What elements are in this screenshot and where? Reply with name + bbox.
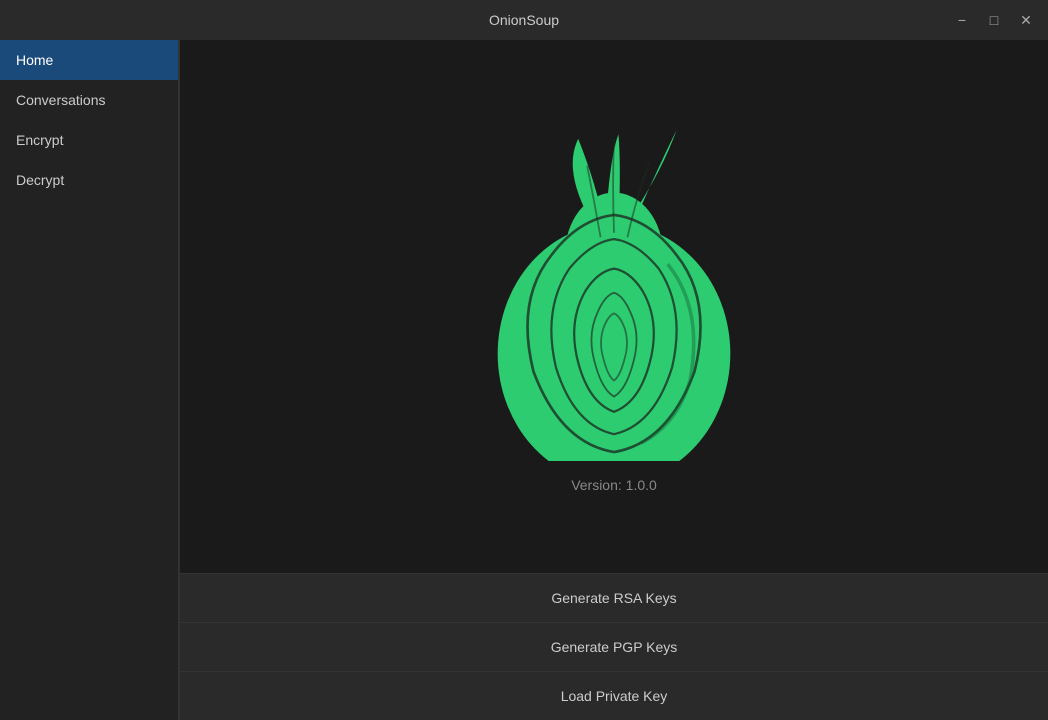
app-title: OnionSoup bbox=[489, 12, 559, 28]
main-layout: Home Conversations Encrypt Decrypt bbox=[0, 40, 1048, 720]
titlebar: OnionSoup − □ ✕ bbox=[0, 0, 1048, 40]
generate-pgp-button[interactable]: Generate PGP Keys bbox=[180, 622, 1048, 671]
close-button[interactable]: ✕ bbox=[1012, 6, 1040, 34]
sidebar-item-conversations[interactable]: Conversations bbox=[0, 80, 180, 120]
generate-rsa-button[interactable]: Generate RSA Keys bbox=[180, 573, 1048, 622]
version-label: Version: 1.0.0 bbox=[571, 477, 657, 493]
minimize-button[interactable]: − bbox=[948, 6, 976, 34]
onion-logo bbox=[444, 121, 784, 461]
sidebar-item-decrypt[interactable]: Decrypt bbox=[0, 160, 180, 200]
content-area: Version: 1.0.0 Generate RSA Keys Generat… bbox=[180, 40, 1048, 720]
bottom-buttons: Generate RSA Keys Generate PGP Keys Load… bbox=[180, 573, 1048, 720]
sidebar-item-home[interactable]: Home bbox=[0, 40, 180, 80]
sidebar-item-encrypt[interactable]: Encrypt bbox=[0, 120, 180, 160]
load-private-key-button[interactable]: Load Private Key bbox=[180, 671, 1048, 720]
sidebar: Home Conversations Encrypt Decrypt bbox=[0, 40, 180, 720]
maximize-button[interactable]: □ bbox=[980, 6, 1008, 34]
window-controls: − □ ✕ bbox=[948, 6, 1040, 34]
logo-area: Version: 1.0.0 bbox=[444, 40, 784, 573]
